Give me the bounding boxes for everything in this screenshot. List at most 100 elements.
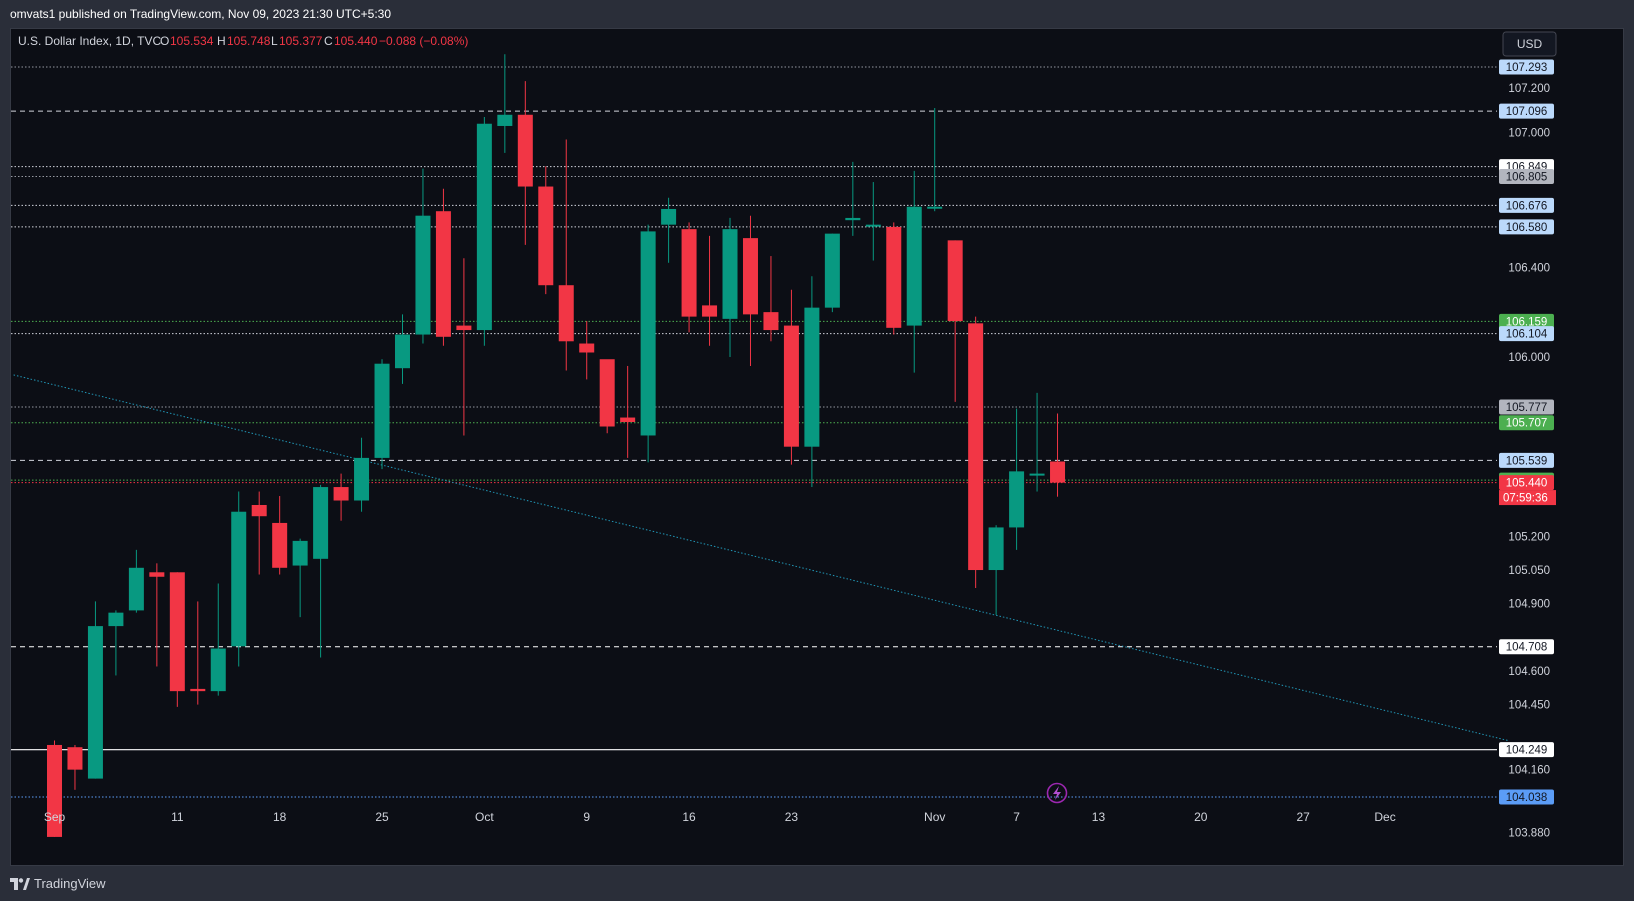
footer: TradingView (0, 866, 1634, 901)
legend-low-value: 105.377 (279, 34, 323, 48)
candle-body (947, 240, 963, 322)
legend-open-value: 105.534 (170, 34, 214, 48)
time-tick-label: 9 (583, 810, 590, 824)
time-tick-label: 18 (273, 810, 287, 824)
price-tick-label: 106.000 (1508, 352, 1550, 364)
candle-body (87, 626, 103, 779)
candle-body (538, 186, 554, 286)
time-tick-label: Nov (924, 810, 945, 824)
candle-body (354, 457, 370, 501)
candle-body (886, 226, 902, 328)
time-tick-label: 25 (375, 810, 389, 824)
price-tag-label: 106.676 (1506, 200, 1548, 212)
candle-body (824, 233, 840, 308)
tradingview-icon (10, 877, 30, 890)
price-tag-label: 106.104 (1506, 329, 1548, 341)
price-tick-label: 103.880 (1508, 827, 1550, 839)
time-tick-label: 20 (1194, 810, 1208, 824)
price-tick-label: 105.200 (1508, 531, 1550, 543)
legend-open-label: O (160, 34, 169, 48)
candle-body (210, 648, 226, 692)
candle-body (906, 206, 922, 326)
price-tick-label: 104.900 (1508, 599, 1550, 611)
candle-body (558, 285, 574, 342)
candle-body (333, 487, 349, 501)
time-tick-label: 16 (682, 810, 696, 824)
candle-body (456, 325, 472, 331)
candle-body (783, 325, 799, 447)
time-tick-label: Dec (1374, 810, 1395, 824)
chart-area[interactable]: U.S. Dollar Index, 1D, TVC O 105.534 H 1… (10, 28, 1624, 866)
candle-body (865, 224, 881, 227)
candle-body (476, 123, 492, 331)
legend-change: −0.088 (−0.08%) (379, 34, 468, 48)
price-tick-label: 104.160 (1508, 765, 1550, 777)
candle-body (272, 522, 288, 568)
legend-low-label: L (271, 34, 278, 48)
candle-body (149, 572, 165, 577)
candle-body (722, 229, 738, 319)
candle-body (681, 229, 697, 317)
candle-body (251, 505, 267, 517)
price-tag-label: 105.777 (1506, 402, 1548, 414)
candle-body (968, 323, 984, 571)
time-tick-label: 13 (1092, 810, 1106, 824)
published-info: omvats1 published on TradingView.com, No… (10, 7, 392, 21)
price-tag-label: 106.580 (1506, 222, 1548, 234)
candle-body (845, 217, 861, 221)
price-tick-label: 105.050 (1508, 565, 1550, 577)
price-chart[interactable]: U.S. Dollar Index, 1D, TVC O 105.534 H 1… (11, 29, 1623, 865)
time-tick-label: 27 (1296, 810, 1310, 824)
candle-body (415, 215, 431, 335)
footer-brand: TradingView (34, 876, 106, 891)
candle-body (702, 305, 718, 317)
price-tick-label: 104.600 (1508, 666, 1550, 678)
price-tag-label: 107.096 (1506, 106, 1548, 118)
price-tag-label: 107.293 (1506, 62, 1548, 74)
price-tag-label: 105.440 (1506, 478, 1548, 490)
candle-body (620, 417, 636, 423)
candle-body (1009, 471, 1025, 528)
tradingview-logo[interactable]: TradingView (10, 876, 106, 891)
candle-body (169, 572, 185, 692)
candle-body (517, 114, 533, 187)
candle-body (640, 231, 656, 436)
price-tag-label: 105.539 (1506, 455, 1548, 467)
candle-body (1029, 473, 1045, 476)
candle-body (394, 334, 410, 369)
legend-symbol: U.S. Dollar Index, 1D, TVC (18, 34, 161, 48)
candlestick-series (47, 54, 1066, 837)
price-level-lines (11, 66, 1497, 798)
candle-body (292, 540, 308, 566)
candle-body (599, 359, 615, 427)
price-tag-label: 104.249 (1506, 745, 1548, 757)
time-tick-label: 23 (785, 810, 799, 824)
candle-body (579, 343, 595, 353)
candle-body (661, 208, 677, 225)
candle-body (1050, 461, 1066, 483)
price-tag-label: 106.805 (1506, 171, 1548, 183)
time-tick-label: 11 (171, 810, 184, 824)
candle-body (435, 211, 451, 337)
publish-header: omvats1 published on TradingView.com, No… (0, 0, 1634, 28)
time-tick-label: Sep (44, 810, 66, 824)
lightning-icon[interactable] (1046, 782, 1068, 804)
candle-body (742, 238, 758, 315)
legend-high-value: 105.748 (227, 34, 271, 48)
candle-body (313, 487, 329, 559)
time-tick-label: Oct (475, 810, 494, 824)
candle-body (108, 612, 124, 627)
candle-body (374, 363, 390, 458)
currency-button-label[interactable]: USD (1517, 37, 1543, 51)
legend-high-label: H (217, 34, 226, 48)
price-tag-label: 105.707 (1506, 418, 1548, 430)
candle-body (763, 312, 779, 331)
candle-body (231, 511, 247, 647)
price-tick-label: 107.200 (1508, 83, 1550, 95)
candle-body (497, 114, 513, 126)
price-tick-label: 106.400 (1508, 262, 1550, 274)
legend-close-label: C (324, 34, 333, 48)
price-tag-label: 104.038 (1506, 792, 1548, 804)
legend-close-value: 105.440 (334, 34, 378, 48)
time-axis[interactable]: Sep 11 18 25 Oct 9 16 23 Nov 7 13 20 27 Dec (44, 810, 1396, 824)
